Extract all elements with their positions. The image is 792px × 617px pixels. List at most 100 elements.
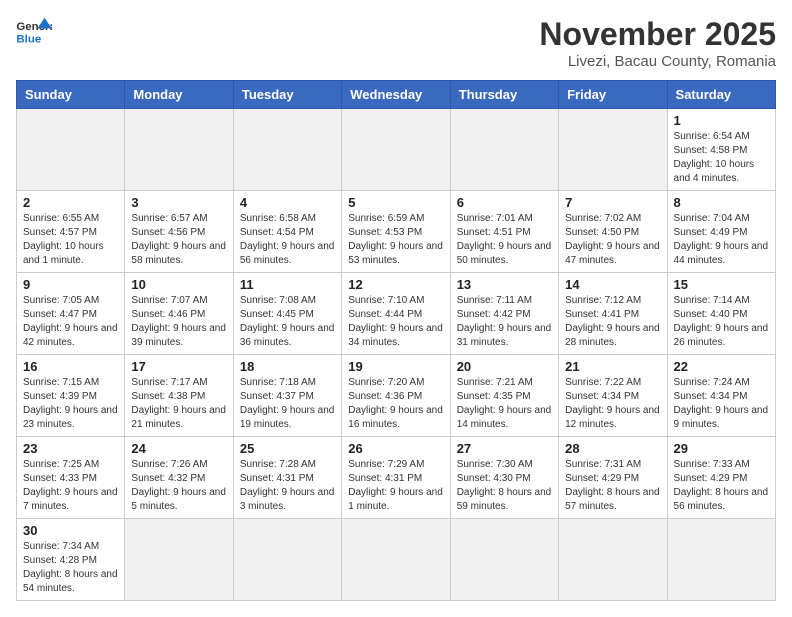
- day-info: Sunrise: 7:24 AM Sunset: 4:34 PM Dayligh…: [674, 376, 769, 432]
- week-row-2: 2 Sunrise: 6:55 AM Sunset: 4:57 PM Daylig…: [17, 191, 776, 273]
- calendar-table: Sunday Monday Tuesday Wednesday Thursday…: [16, 80, 776, 601]
- day-info: Sunrise: 7:30 AM Sunset: 4:30 PM Dayligh…: [457, 458, 552, 514]
- day-cell: 17Sunrise: 7:17 AM Sunset: 4:38 PM Dayli…: [125, 355, 233, 437]
- day-cell: 15Sunrise: 7:14 AM Sunset: 4:40 PM Dayli…: [667, 273, 775, 355]
- header: General Blue November 2025 Livezi, Bacau…: [16, 16, 776, 70]
- day-cell: [125, 519, 233, 601]
- day-info: Sunrise: 6:58 AM Sunset: 4:54 PM Dayligh…: [240, 212, 335, 268]
- day-cell: [559, 109, 667, 191]
- day-cell: 24Sunrise: 7:26 AM Sunset: 4:32 PM Dayli…: [125, 437, 233, 519]
- day-cell: [342, 519, 450, 601]
- day-number: 19: [348, 359, 443, 374]
- day-info: Sunrise: 7:01 AM Sunset: 4:51 PM Dayligh…: [457, 212, 552, 268]
- day-number: 1: [674, 113, 769, 128]
- week-row-4: 16Sunrise: 7:15 AM Sunset: 4:39 PM Dayli…: [17, 355, 776, 437]
- day-number: 11: [240, 277, 335, 292]
- day-info: Sunrise: 7:11 AM Sunset: 4:42 PM Dayligh…: [457, 294, 552, 350]
- day-info: Sunrise: 7:33 AM Sunset: 4:29 PM Dayligh…: [674, 458, 769, 514]
- day-number: 9: [23, 277, 118, 292]
- day-info: Sunrise: 7:26 AM Sunset: 4:32 PM Dayligh…: [131, 458, 226, 514]
- day-cell: 28 Sunrise: 7:31 AM Sunset: 4:29 PM Dayli…: [559, 437, 667, 519]
- day-number: 28: [565, 441, 660, 456]
- day-info: Sunrise: 7:18 AM Sunset: 4:37 PM Dayligh…: [240, 376, 335, 432]
- day-number: 23: [23, 441, 118, 456]
- day-cell: 10 Sunrise: 7:07 AM Sunset: 4:46 PM Dayli…: [125, 273, 233, 355]
- day-info: Sunrise: 7:15 AM Sunset: 4:39 PM Dayligh…: [23, 376, 118, 432]
- header-row: Sunday Monday Tuesday Wednesday Thursday…: [17, 81, 776, 109]
- day-cell: [125, 109, 233, 191]
- day-info: Sunrise: 6:55 AM Sunset: 4:57 PM Dayligh…: [23, 212, 118, 268]
- day-number: 2: [23, 195, 118, 210]
- day-info: Sunrise: 7:02 AM Sunset: 4:50 PM Dayligh…: [565, 212, 660, 268]
- day-number: 13: [457, 277, 552, 292]
- day-cell: 4 Sunrise: 6:58 AM Sunset: 4:54 PM Daylig…: [233, 191, 341, 273]
- day-cell: [233, 109, 341, 191]
- day-info: Sunrise: 7:07 AM Sunset: 4:46 PM Dayligh…: [131, 294, 226, 350]
- day-cell: [450, 519, 558, 601]
- day-info: Sunrise: 6:59 AM Sunset: 4:53 PM Dayligh…: [348, 212, 443, 268]
- day-cell: [233, 519, 341, 601]
- day-info: Sunrise: 7:08 AM Sunset: 4:45 PM Dayligh…: [240, 294, 335, 350]
- day-info: Sunrise: 7:10 AM Sunset: 4:44 PM Dayligh…: [348, 294, 443, 350]
- day-cell: 6 Sunrise: 7:01 AM Sunset: 4:51 PM Daylig…: [450, 191, 558, 273]
- day-number: 26: [348, 441, 443, 456]
- logo-icon: General Blue: [16, 16, 52, 46]
- day-cell: 29Sunrise: 7:33 AM Sunset: 4:29 PM Dayli…: [667, 437, 775, 519]
- col-tuesday: Tuesday: [233, 81, 341, 109]
- title-area: November 2025 Livezi, Bacau County, Roma…: [539, 16, 776, 70]
- day-cell: [17, 109, 125, 191]
- day-cell: 22Sunrise: 7:24 AM Sunset: 4:34 PM Dayli…: [667, 355, 775, 437]
- day-number: 30: [23, 523, 118, 538]
- day-info: Sunrise: 7:28 AM Sunset: 4:31 PM Dayligh…: [240, 458, 335, 514]
- day-info: Sunrise: 7:22 AM Sunset: 4:34 PM Dayligh…: [565, 376, 660, 432]
- day-cell: 5Sunrise: 6:59 AM Sunset: 4:53 PM Daylig…: [342, 191, 450, 273]
- day-info: Sunrise: 7:14 AM Sunset: 4:40 PM Dayligh…: [674, 294, 769, 350]
- day-number: 10: [131, 277, 226, 292]
- day-cell: 21 Sunrise: 7:22 AM Sunset: 4:34 PM Dayli…: [559, 355, 667, 437]
- day-number: 3: [131, 195, 226, 210]
- col-wednesday: Wednesday: [342, 81, 450, 109]
- day-cell: 11 Sunrise: 7:08 AM Sunset: 4:45 PM Dayli…: [233, 273, 341, 355]
- day-info: Sunrise: 7:31 AM Sunset: 4:29 PM Dayligh…: [565, 458, 660, 514]
- day-number: 27: [457, 441, 552, 456]
- day-cell: 12 Sunrise: 7:10 AM Sunset: 4:44 PM Dayli…: [342, 273, 450, 355]
- day-cell: 1 Sunrise: 6:54 AM Sunset: 4:58 PM Daylig…: [667, 109, 775, 191]
- col-friday: Friday: [559, 81, 667, 109]
- week-row-5: 23 Sunrise: 7:25 AM Sunset: 4:33 PM Dayli…: [17, 437, 776, 519]
- day-cell: 18 Sunrise: 7:18 AM Sunset: 4:37 PM Dayli…: [233, 355, 341, 437]
- day-cell: 13 Sunrise: 7:11 AM Sunset: 4:42 PM Dayli…: [450, 273, 558, 355]
- week-row-6: 30 Sunrise: 7:34 AM Sunset: 4:28 PM Dayli…: [17, 519, 776, 601]
- week-row-1: 1 Sunrise: 6:54 AM Sunset: 4:58 PM Daylig…: [17, 109, 776, 191]
- calendar-title: November 2025: [539, 16, 776, 53]
- calendar-subtitle: Livezi, Bacau County, Romania: [539, 53, 776, 70]
- day-number: 25: [240, 441, 335, 456]
- day-number: 14: [565, 277, 660, 292]
- day-info: Sunrise: 7:12 AM Sunset: 4:41 PM Dayligh…: [565, 294, 660, 350]
- logo: General Blue: [16, 16, 52, 46]
- day-number: 20: [457, 359, 552, 374]
- day-number: 6: [457, 195, 552, 210]
- day-info: Sunrise: 7:34 AM Sunset: 4:28 PM Dayligh…: [23, 540, 118, 596]
- day-cell: [559, 519, 667, 601]
- day-info: Sunrise: 7:20 AM Sunset: 4:36 PM Dayligh…: [348, 376, 443, 432]
- day-cell: 16Sunrise: 7:15 AM Sunset: 4:39 PM Dayli…: [17, 355, 125, 437]
- col-monday: Monday: [125, 81, 233, 109]
- col-saturday: Saturday: [667, 81, 775, 109]
- day-cell: 14 Sunrise: 7:12 AM Sunset: 4:41 PM Dayli…: [559, 273, 667, 355]
- day-number: 17: [131, 359, 226, 374]
- day-info: Sunrise: 6:54 AM Sunset: 4:58 PM Dayligh…: [674, 130, 769, 186]
- day-number: 21: [565, 359, 660, 374]
- day-cell: 27 Sunrise: 7:30 AM Sunset: 4:30 PM Dayli…: [450, 437, 558, 519]
- day-cell: 26Sunrise: 7:29 AM Sunset: 4:31 PM Dayli…: [342, 437, 450, 519]
- day-cell: 7 Sunrise: 7:02 AM Sunset: 4:50 PM Daylig…: [559, 191, 667, 273]
- day-number: 18: [240, 359, 335, 374]
- day-info: Sunrise: 7:25 AM Sunset: 4:33 PM Dayligh…: [23, 458, 118, 514]
- svg-text:Blue: Blue: [16, 33, 41, 45]
- day-number: 8: [674, 195, 769, 210]
- day-cell: 9Sunrise: 7:05 AM Sunset: 4:47 PM Daylig…: [17, 273, 125, 355]
- day-number: 7: [565, 195, 660, 210]
- col-thursday: Thursday: [450, 81, 558, 109]
- day-cell: 25 Sunrise: 7:28 AM Sunset: 4:31 PM Dayli…: [233, 437, 341, 519]
- day-number: 4: [240, 195, 335, 210]
- day-number: 12: [348, 277, 443, 292]
